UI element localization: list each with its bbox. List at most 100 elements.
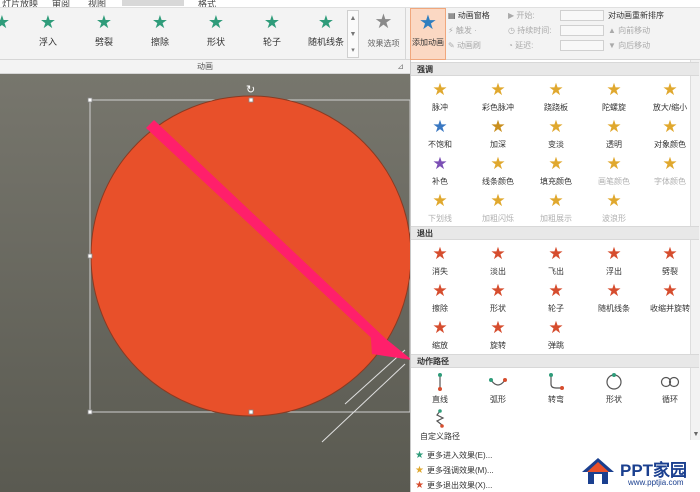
exit-item[interactable]: ★ 随机线条 (587, 281, 641, 319)
emphasis-item[interactable]: ★ 陀螺旋 (587, 80, 641, 118)
emphasis-item-label: 陀螺旋 (602, 103, 626, 112)
exit-item[interactable]: ★ 擦除 (413, 281, 467, 319)
ribbon-group-label: 动画 ⊿ (0, 60, 410, 74)
expand-gallery-icon[interactable]: ▾ (348, 43, 358, 59)
emphasis-item[interactable]: ★ 填充颜色 (529, 154, 583, 192)
star-icon: ★ (548, 117, 564, 136)
star-icon: ★ (662, 281, 678, 300)
path-item-label: 直线 (432, 395, 448, 404)
chevron-up-icon[interactable]: ▲ (348, 11, 358, 27)
duration-input[interactable] (560, 25, 604, 36)
emphasis-item[interactable]: ★ 脉冲 (413, 80, 467, 118)
emphasis-item: ★ 波浪形 (587, 191, 641, 229)
exit-item[interactable]: ★ 形状 (471, 281, 525, 319)
menu-format[interactable]: 格式 (198, 0, 216, 7)
exit-item[interactable]: ★ 旋转 (471, 318, 525, 356)
star-icon: ★ (263, 12, 281, 32)
path-item[interactable]: 形状 (587, 372, 641, 410)
emphasis-item[interactable]: ★ 补色 (413, 154, 467, 192)
star-icon: ★ (432, 117, 448, 136)
add-animation-button[interactable]: ★ 添加动画 (410, 8, 446, 60)
path-item[interactable]: 直线 (413, 372, 467, 410)
gallery-effect-float-in[interactable]: ★ 浮入 (20, 12, 76, 56)
exit-item[interactable]: ★ 收缩并旋转 (643, 281, 697, 319)
path-item[interactable]: 自定义路径 (413, 409, 467, 447)
start-select[interactable] (560, 10, 604, 21)
emphasis-item[interactable]: ★ 放大/缩小 (643, 80, 697, 118)
emphasis-item-label: 填充颜色 (540, 177, 572, 186)
menu-view[interactable]: 视图 (88, 0, 106, 7)
star-icon: ★ (606, 191, 622, 210)
emphasis-item: ★ 画笔颜色 (587, 154, 641, 192)
emphasis-item[interactable]: ★ 彩色脉冲 (471, 80, 525, 118)
path-item[interactable]: 转弯 (529, 372, 583, 410)
exit-item-label: 旋转 (490, 341, 506, 350)
duration-row: ◷ 持续时间: (508, 23, 606, 38)
move-later-button[interactable]: ▼ 向后移动 (608, 38, 700, 53)
effect-options-button[interactable]: ★ 效果选项 (362, 8, 406, 60)
star-icon: ★ (490, 244, 506, 263)
slide-canvas[interactable]: ↻ (0, 74, 410, 492)
star-icon: ★ (432, 154, 448, 173)
animation-pane-button[interactable]: ▤ 动画窗格 (448, 8, 506, 23)
star-icon: ★ (317, 12, 335, 32)
emphasis-item[interactable]: ★ 变淡 (529, 117, 583, 155)
gallery-effect-wipe[interactable]: ★ 擦除 (132, 12, 188, 56)
emphasis-item[interactable]: ★ 跷跷板 (529, 80, 583, 118)
section-emphasis: 强调 (411, 62, 699, 76)
rotate-handle-icon: ↻ (246, 83, 255, 96)
emphasis-item-label: 变淡 (548, 140, 564, 149)
gallery-scrollbar[interactable]: ▲ ▼ ▾ (347, 10, 359, 58)
star-icon: ★ (207, 12, 225, 32)
emphasis-item-label: 放大/缩小 (652, 103, 688, 112)
path-item[interactable]: 弧形 (471, 372, 525, 410)
gallery-effect-shape[interactable]: ★ 形状 (188, 12, 244, 56)
exit-item[interactable]: ★ 浮出 (587, 244, 641, 282)
exit-item[interactable]: ★ 缩放 (413, 318, 467, 356)
emphasis-item[interactable]: ★ 不饱和 (413, 117, 467, 155)
animation-painter-button[interactable]: ✎ 动画刷 (448, 38, 506, 53)
delay-input[interactable] (560, 40, 604, 51)
more-effects-label: 更多强调效果(M)... (427, 466, 494, 475)
exit-item[interactable]: ★ 消失 (413, 244, 467, 282)
star-icon: ★ (415, 450, 424, 461)
exit-item-label: 消失 (432, 267, 448, 276)
exit-item[interactable]: ★ 淡出 (471, 244, 525, 282)
path-item[interactable]: 循环 (643, 372, 697, 410)
star-icon: ★ (548, 244, 564, 263)
gallery-effect-split[interactable]: ★ 劈裂 (76, 12, 132, 56)
exit-item[interactable]: ★ 劈裂 (643, 244, 697, 282)
exit-item[interactable]: ★ 轮子 (529, 281, 583, 319)
gallery-effect-wheel[interactable]: ★ 轮子 (244, 12, 300, 56)
emphasis-item-label: 脉冲 (432, 103, 448, 112)
emphasis-item[interactable]: ★ 对象颜色 (643, 117, 697, 155)
add-animation-dropdown: ▲ ▼ 强调 ★脉冲★彩色脉冲★跷跷板★陀螺旋★放大/缩小★不饱和★加深★变淡★… (410, 60, 700, 492)
chevron-down-icon[interactable]: ▼ (348, 27, 358, 43)
move-earlier-button[interactable]: ▲ 向前移动 (608, 23, 700, 38)
exit-item[interactable]: ★ 飞出 (529, 244, 583, 282)
exit-item-label: 淡出 (490, 267, 506, 276)
exit-item[interactable]: ★ 弹跳 (529, 318, 583, 356)
add-star-icon: ★ (419, 12, 437, 34)
chevron-down-icon[interactable]: ▼ (691, 430, 700, 440)
emphasis-item[interactable]: ★ 线条颜色 (471, 154, 525, 192)
lightning-icon: ⚡ (448, 26, 454, 35)
emphasis-item-label: 补色 (432, 177, 448, 186)
star-icon: ★ (415, 465, 424, 476)
clock-icon: ◷ (508, 26, 515, 35)
menu-review[interactable]: 审阅 (52, 0, 70, 7)
turn-path-icon (529, 372, 583, 392)
menu-slideshow[interactable]: 灯片放映 (2, 0, 38, 7)
exit-item-label: 轮子 (548, 304, 564, 313)
dialog-launcher-icon[interactable]: ⊿ (397, 60, 404, 74)
star-icon: ★ (548, 281, 564, 300)
gallery-effect-random-bars[interactable]: ★ 随机线条 (298, 12, 354, 56)
animation-gallery: ★ ★ 浮入 ★ 劈裂 ★ 擦除 ★ 形状 ★ 轮子 ★ 随机线条 ▲ ▼ ▾ (0, 8, 360, 60)
emphasis-item[interactable]: ★ 加深 (471, 117, 525, 155)
emphasis-item[interactable]: ★ 透明 (587, 117, 641, 155)
emphasis-item-label: 对象颜色 (654, 140, 686, 149)
section-motion-paths: 动作路径 (411, 354, 699, 368)
path-item-label: 转弯 (548, 395, 564, 404)
trigger-button[interactable]: ⚡ 触发 · (448, 23, 506, 38)
star-icon: ★ (95, 12, 113, 32)
